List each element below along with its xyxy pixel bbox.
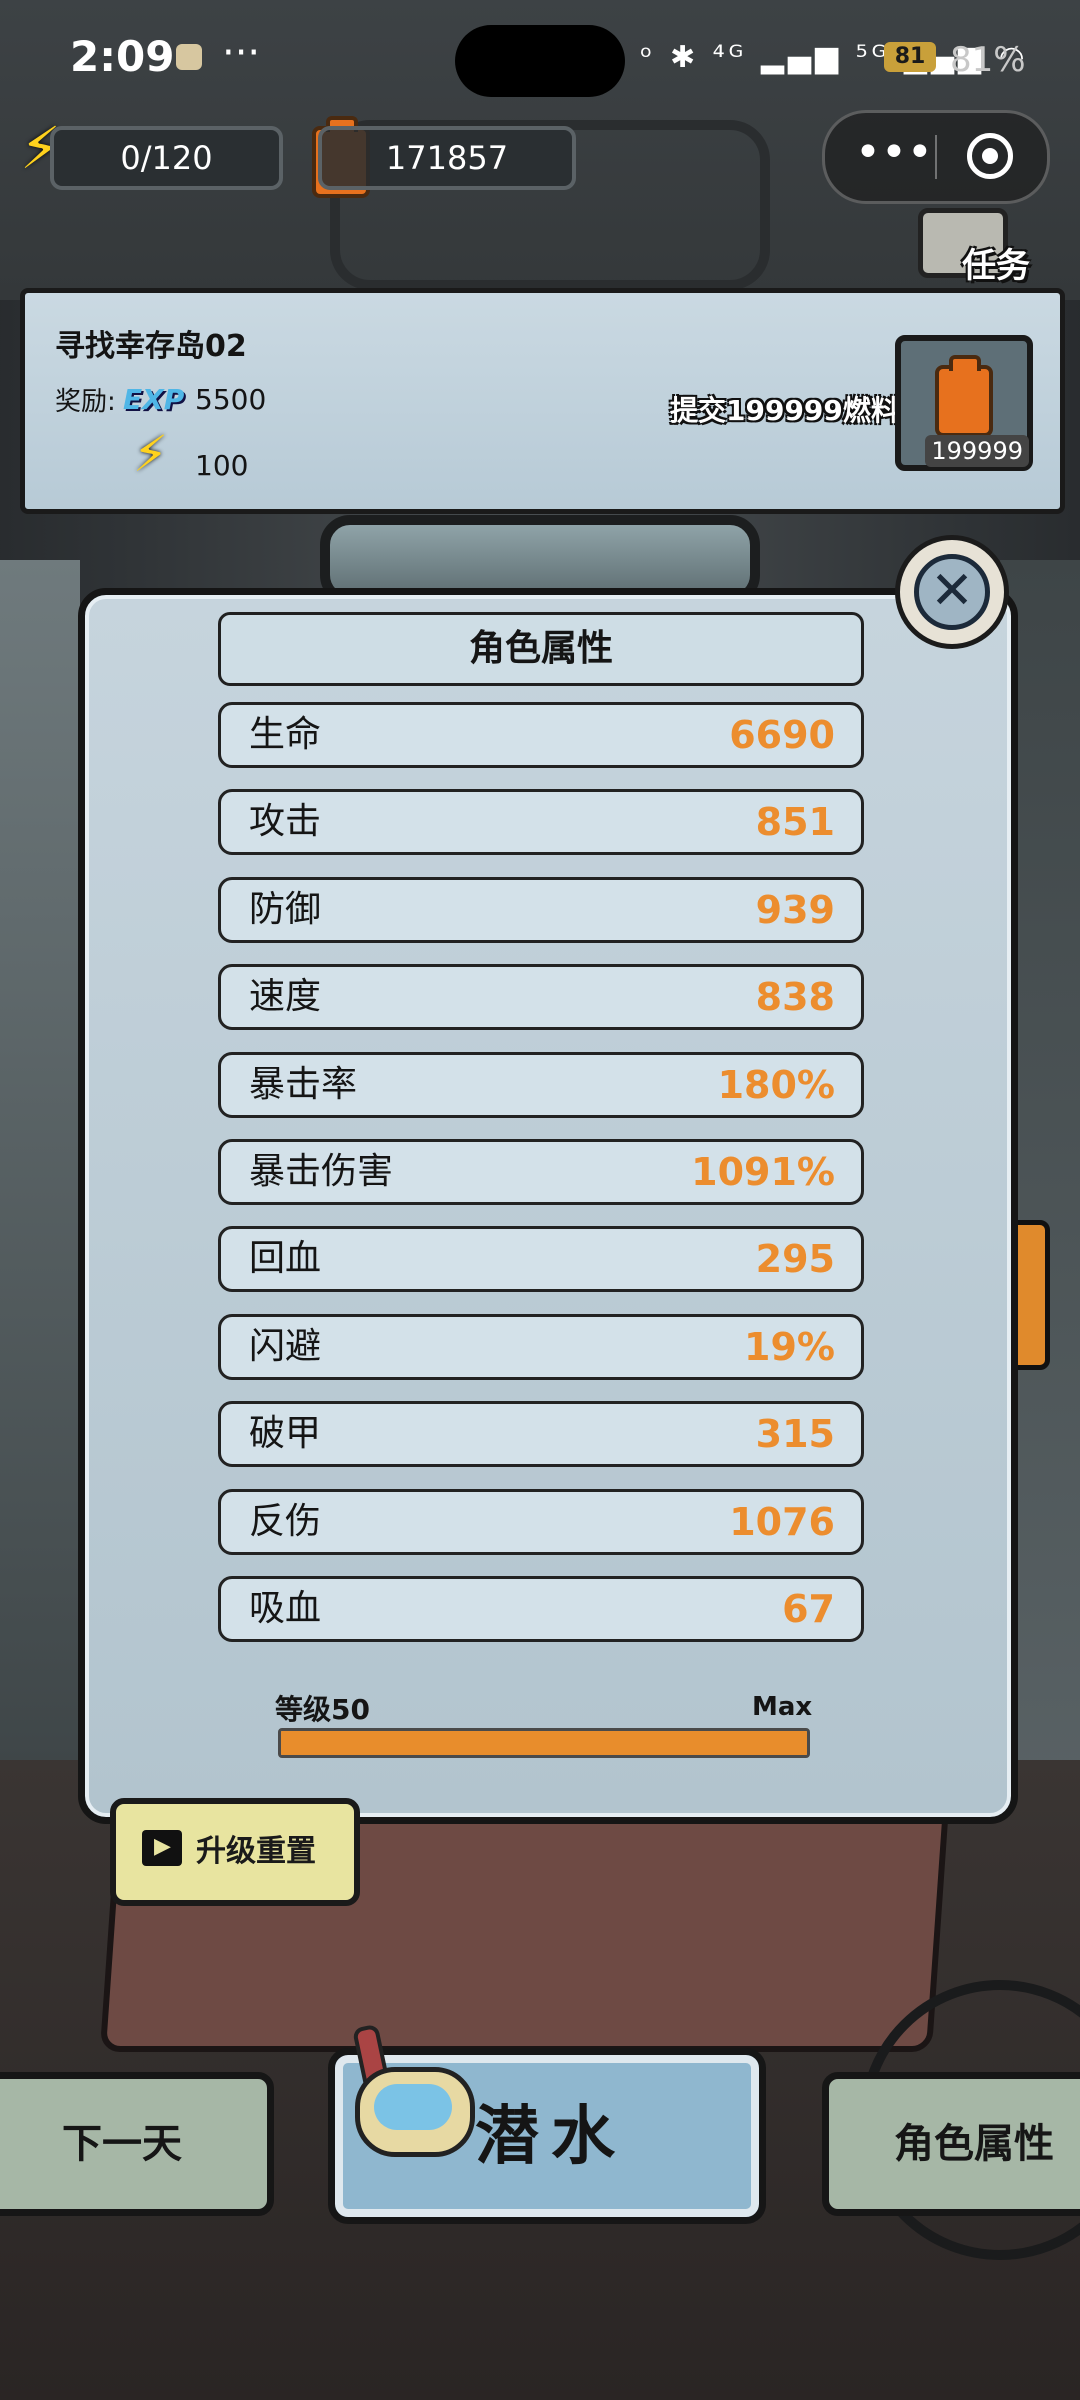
attribute-row: 吸血 67 — [218, 1576, 864, 1642]
battery-percent: 81% — [950, 40, 1026, 80]
exit-target-icon[interactable] — [967, 133, 1013, 179]
task-button[interactable]: 任务 — [918, 200, 1058, 286]
attribute-row: 破甲 315 — [218, 1401, 864, 1467]
attribute-name: 速度 — [249, 976, 322, 1017]
attribute-value: 19% — [744, 1325, 835, 1369]
attributes-button[interactable]: 角色属性 — [822, 2072, 1080, 2216]
energy-counter: 0/120 — [50, 126, 283, 190]
attribute-value: 838 — [755, 975, 835, 1019]
attribute-value: 1076 — [729, 1500, 835, 1544]
level-progress-fill — [281, 1731, 807, 1755]
attribute-name: 回血 — [249, 1238, 322, 1279]
attribute-name: 破甲 — [249, 1413, 322, 1454]
attribute-row: 生命 6690 — [218, 702, 864, 768]
capsule-divider — [935, 135, 937, 179]
level-progress-bar — [278, 1728, 810, 1758]
more-button[interactable]: ••• — [855, 131, 933, 175]
status-bar: 2:09 ··· ᵒ ✱ ⁴ᴳ ▂▄▆ ⁵ᴳ ▂▄▆ ◠ 81 81% — [0, 0, 1080, 120]
exp-badge: EXP — [123, 383, 185, 416]
attribute-name: 闪避 — [249, 1326, 322, 1367]
battery-icon: 81 — [884, 42, 936, 72]
fuel-value: 171857 — [385, 139, 509, 177]
quest-title: 寻找幸存岛02 — [55, 329, 247, 364]
fuel-can-icon — [935, 355, 993, 437]
attribute-row: 攻击 851 — [218, 789, 864, 855]
energy-reward-icon: ⚡ — [133, 425, 169, 483]
upgrade-reset-label: 升级重置 — [196, 1834, 316, 1869]
submit-fuel-text: 提交199999燃料 — [670, 394, 899, 427]
attribute-value: 851 — [755, 800, 835, 844]
level-max-label: Max — [752, 1692, 813, 1722]
attribute-value: 1091% — [691, 1150, 835, 1194]
camera-cutout — [455, 25, 625, 97]
attribute-value: 6690 — [729, 713, 835, 757]
attribute-row: 回血 295 — [218, 1226, 864, 1292]
task-label: 任务 — [962, 246, 1030, 286]
attribute-row: 闪避 19% — [218, 1314, 864, 1380]
exp-reward-value: 5500 — [195, 383, 267, 416]
dive-label: 潜水 — [475, 2100, 627, 2174]
energy-reward-value: 100 — [195, 449, 249, 482]
dive-mask-icon — [355, 2067, 475, 2157]
attribute-name: 攻击 — [249, 801, 322, 842]
attribute-value: 315 — [755, 1412, 835, 1456]
next-day-button[interactable]: 下一天 — [0, 2072, 274, 2216]
fuel-counter: 171857 — [318, 126, 576, 190]
required-fuel-count: 199999 — [925, 435, 1029, 467]
attribute-name: 防御 — [249, 889, 322, 930]
left-clutter — [0, 560, 80, 1860]
attribute-row: 速度 838 — [218, 964, 864, 1030]
fuel-submit-slot[interactable]: 199999 — [895, 335, 1033, 471]
close-button[interactable]: ✕ — [895, 535, 1009, 649]
attribute-value: 67 — [782, 1587, 835, 1631]
attribute-value: 939 — [755, 888, 835, 932]
close-icon: ✕ — [914, 554, 990, 630]
attributes-title: 角色属性 — [218, 612, 864, 686]
level-label: 等级50 — [275, 1693, 370, 1726]
status-time: 2:09 — [70, 32, 175, 81]
attribute-row: 暴击率 180% — [218, 1052, 864, 1118]
attribute-name: 反伤 — [249, 1501, 322, 1542]
attribute-value: 180% — [717, 1063, 835, 1107]
attributes-button-label: 角色属性 — [894, 2121, 1054, 2167]
attribute-name: 吸血 — [249, 1588, 322, 1629]
upgrade-reset-button[interactable]: 升级重置 — [110, 1798, 360, 1906]
attribute-row: 防御 939 — [218, 877, 864, 943]
energy-value: 0/120 — [120, 139, 213, 177]
attribute-value: 295 — [755, 1237, 835, 1281]
attribute-name: 暴击伤害 — [249, 1151, 394, 1192]
attribute-row: 暴击伤害 1091% — [218, 1139, 864, 1205]
attribute-name: 暴击率 — [249, 1064, 358, 1105]
quest-panel: 寻找幸存岛02 奖励: EXP 5500 ⚡ 100 提交199999燃料 19… — [20, 288, 1065, 514]
status-overflow: ··· — [222, 30, 261, 76]
reward-label: 奖励: — [55, 387, 116, 417]
attribute-name: 生命 — [249, 714, 322, 755]
next-day-label: 下一天 — [62, 2121, 182, 2167]
miniprogram-capsule: ••• — [822, 110, 1050, 204]
video-ad-icon — [142, 1830, 182, 1866]
dive-button[interactable]: 潜水 — [328, 2023, 766, 2224]
attribute-row: 反伤 1076 — [218, 1489, 864, 1555]
notification-icon — [176, 44, 202, 70]
